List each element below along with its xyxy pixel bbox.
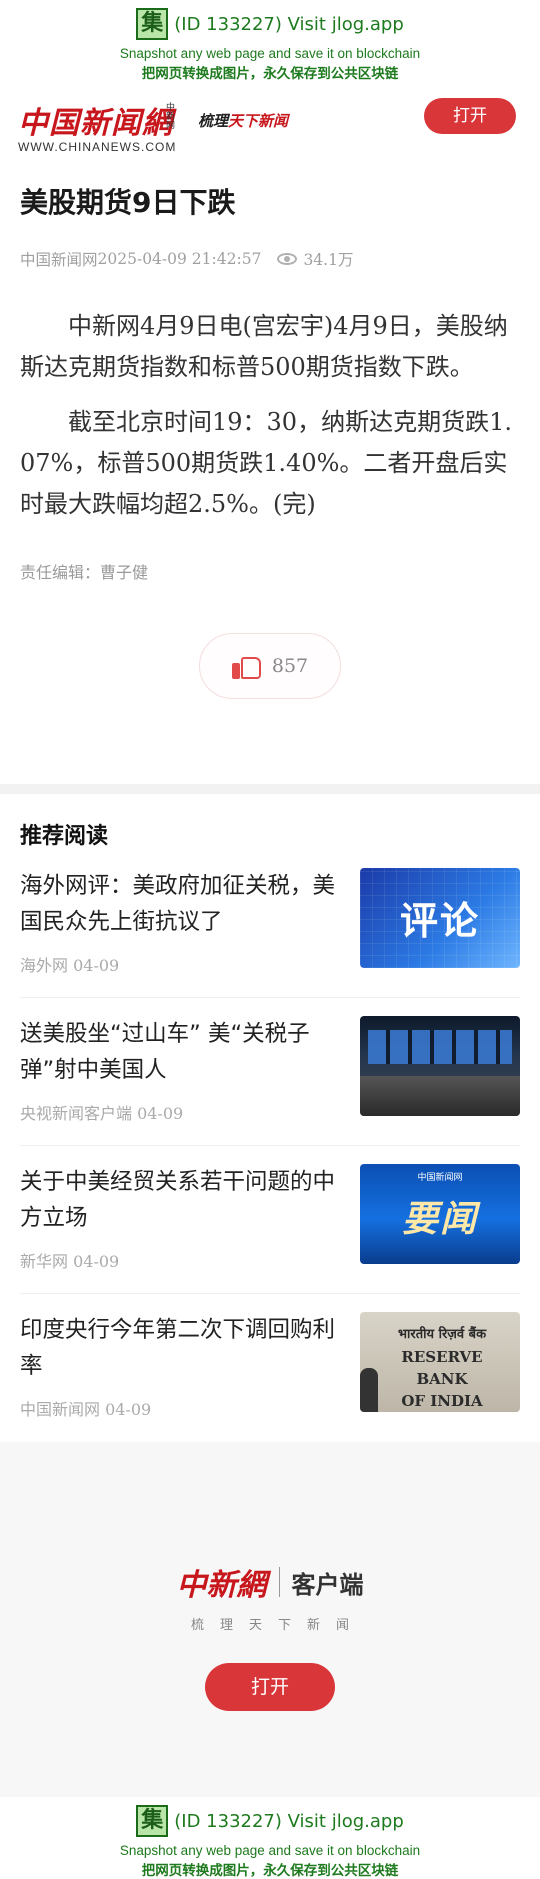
thumbnail-mini-text: 中国新闻网 (417, 1173, 463, 1183)
recommend-item-title[interactable]: 海外网评：美政府加征关税，美国民众先上街抗议了 (20, 868, 340, 940)
promo-client-label: 客户端 (291, 1570, 364, 1599)
like-button[interactable]: 857 (199, 633, 341, 699)
article: 美股期货9日下跌 中国新闻网 2025-04-09 21:42:57 34.1万… (0, 156, 540, 699)
brand-name: 中国新闻網 (18, 106, 173, 141)
promo-tagline: 梳理天下新闻 (190, 1618, 365, 1633)
recommend-item[interactable]: 海外网评：美政府加征关税，美国民众先上街抗议了 海外网 04-09 评论 (20, 850, 520, 998)
recommend-item-meta: 新华网 04-09 (20, 1252, 120, 1271)
thumbs-up-icon (231, 653, 262, 679)
article-title: 美股期货9日下跌 (20, 186, 236, 219)
jlog-subtitle-cn: 把网页转换成图片，永久保存到公共区块链 (141, 66, 399, 82)
site-logo[interactable]: 中国新闻網 中新网 WWW.CHINANEWS.COM (18, 98, 176, 154)
jlog-title[interactable]: (ID 133227) Visit jlog.app (174, 1811, 404, 1832)
article-views: 34.1万 (277, 248, 353, 270)
recommend-item[interactable]: 关于中美经贸关系若干问题的中方立场 新华网 04-09 中国新闻网 要闻 (20, 1146, 520, 1294)
jlog-subtitle-cn: 把网页转换成图片，永久保存到公共区块链 (141, 1863, 399, 1879)
slogan-first: 梳理 (198, 112, 229, 130)
open-app-button[interactable]: 打开 (424, 98, 516, 134)
recommend-item-thumbnail[interactable]: 评论 (360, 868, 520, 968)
jlog-banner-bottom: 集 (ID 133227) Visit jlog.app Snapshot an… (0, 1797, 540, 1879)
open-app-button-bottom[interactable]: 打开 (205, 1663, 335, 1711)
views-count: 34.1万 (303, 251, 354, 269)
jlog-logo-icon: 集 (136, 1805, 169, 1837)
jlog-banner-top: 集 (ID 133227) Visit jlog.app Snapshot an… (0, 0, 540, 86)
section-divider (0, 784, 540, 794)
article-body: 中新网4月9日电(宫宏宇)4月9日，美股纳斯达克期货指数和标普500期货指数下跌… (20, 306, 520, 525)
recommend-section: 推荐阅读 海外网评：美政府加征关税，美国民众先上街抗议了 海外网 04-09 评… (0, 794, 540, 1442)
brand-tag: 中新网 (164, 102, 174, 129)
thumbnail-text: 评论 (399, 899, 480, 943)
recommend-item-thumbnail[interactable] (360, 1016, 520, 1116)
like-count: 857 (271, 655, 309, 677)
jlog-subtitle-en: Snapshot any web page and save it on blo… (119, 1843, 421, 1858)
recommend-item[interactable]: 印度央行今年第二次下调回购利率 中国新闻网 04-09 भारतीय रिज़र… (20, 1294, 520, 1442)
article-paragraph: 中新网4月9日电(宫宏宇)4月9日，美股纳斯达克期货指数和标普500期货指数下跌… (20, 312, 508, 381)
recommend-item-meta: 中国新闻网 04-09 (20, 1400, 152, 1419)
recommend-item-meta: 海外网 04-09 (20, 956, 120, 975)
recommend-item-title[interactable]: 送美股坐“过山车” 美“关税子弹”射中美国人 (20, 1016, 340, 1088)
recommend-item-title[interactable]: 关于中美经贸关系若干问题的中方立场 (20, 1164, 340, 1236)
promo-logo: 中新網 客户端 (0, 1560, 540, 1604)
article-paragraph: 截至北京时间19：30，纳斯达克期货跌1. 07%，标普500期货跌1.40%。… (20, 408, 512, 518)
recommend-item-thumbnail[interactable]: भारतीय रिज़र्व बैंक RESERVE BANK OF INDI… (360, 1312, 520, 1412)
recommend-item-thumbnail[interactable]: 中国新闻网 要闻 (360, 1164, 520, 1264)
app-promo: 中新網 客户端 梳理天下新闻 打开 (0, 1442, 540, 1797)
recommend-item-title[interactable]: 印度央行今年第二次下调回购利率 (20, 1312, 340, 1384)
slogan-rest: 天下新闻 (228, 112, 289, 130)
article-source: 中国新闻网 (20, 251, 98, 269)
site-slogan: 梳理天下新闻 (198, 110, 288, 131)
brand-url: WWW.CHINANEWS.COM (18, 140, 177, 154)
jlog-logo-icon: 集 (136, 8, 169, 40)
jlog-title[interactable]: (ID 133227) Visit jlog.app (174, 14, 404, 35)
thumbnail-text: 要闻 (401, 1199, 478, 1240)
article-datetime: 2025-04-09 21:42:57 (97, 250, 262, 268)
site-header: 中国新闻網 中新网 WWW.CHINANEWS.COM 梳理天下新闻 打开 (0, 86, 540, 156)
eye-icon (277, 253, 298, 265)
jlog-subtitle-en: Snapshot any web page and save it on blo… (119, 46, 421, 61)
recommend-heading: 推荐阅读 (20, 824, 109, 849)
article-meta: 中国新闻网 2025-04-09 21:42:57 34.1万 (20, 248, 520, 270)
recommend-item-meta: 央视新闻客户端 04-09 (20, 1104, 184, 1123)
recommend-item[interactable]: 送美股坐“过山车” 美“关税子弹”射中美国人 央视新闻客户端 04-09 (20, 998, 520, 1146)
article-editor: 责任编辑：曹子健 (20, 563, 149, 582)
promo-brand: 中新網 (176, 1568, 267, 1603)
